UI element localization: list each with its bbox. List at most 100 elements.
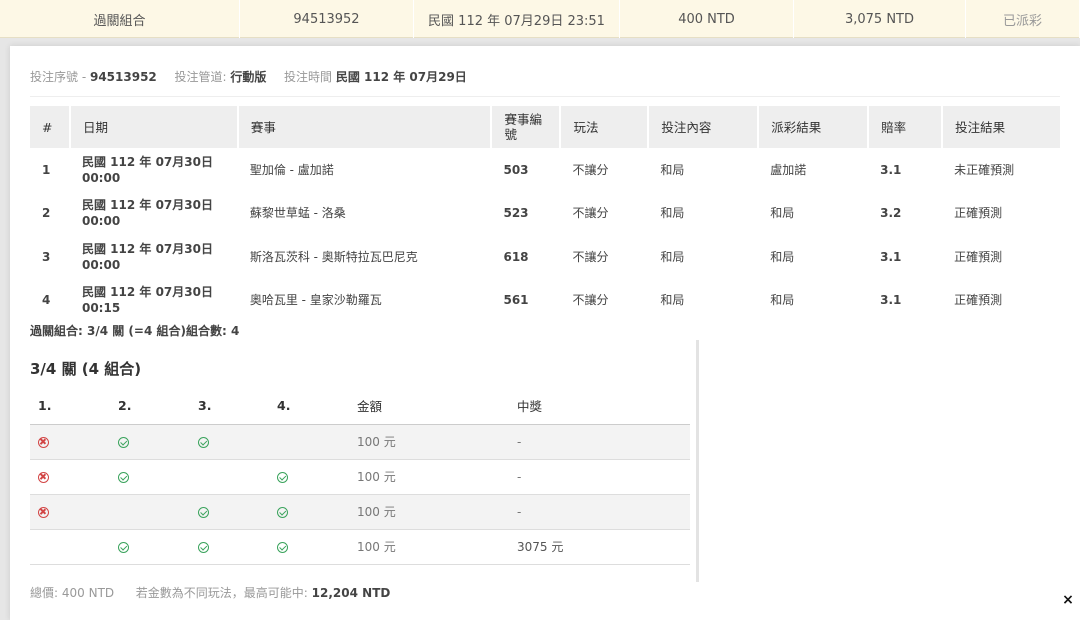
row-odds: 3.2: [880, 206, 902, 221]
row-result: 和局: [770, 206, 795, 221]
combo-leg-3: [190, 459, 269, 495]
divider: [30, 96, 1060, 97]
table-row: 1 民國 112 年 07月30日 00:00 聖加倫 - 盧加諾 503 不讓分…: [30, 148, 1061, 192]
row-event: 蘇黎世草蜢 - 洛桑: [249, 206, 346, 221]
col-number: #: [30, 106, 71, 148]
row-pick: 和局: [660, 206, 685, 221]
fail-icon: [38, 471, 49, 483]
combo-win: -: [509, 459, 690, 495]
combo-leg-2: [110, 459, 190, 495]
row-date: 民國 112 年 07月30日 00:15: [70, 279, 238, 323]
channel-label: 投注管道:: [174, 70, 227, 84]
row-date-time: 00:15: [81, 301, 121, 316]
check-icon: [277, 541, 288, 553]
row-result: 盧加諾: [770, 162, 807, 177]
combo-row: 100 元-: [30, 459, 690, 495]
row-outcome: 未正確預測: [954, 162, 1015, 177]
row-pick: 和局: [660, 293, 685, 308]
row-date-time: 00:00: [81, 214, 121, 229]
row-number: 1: [42, 162, 51, 177]
combo-amount: 100 元: [349, 494, 509, 530]
combo-amount: 100 元: [349, 459, 509, 495]
combo-col-amount: 金額: [349, 388, 509, 425]
row-odds: 3.1: [880, 249, 902, 264]
bet-payout: 3,075 NTD: [794, 0, 966, 38]
combo-amount: 100 元: [349, 424, 509, 460]
check-icon: [198, 506, 209, 518]
channel-value: 行動版: [230, 70, 267, 84]
combo-leg-2: [110, 494, 190, 530]
row-event: 奧哈瓦里 - 皇家沙勒羅瓦: [249, 293, 382, 308]
total-label: 總價:: [30, 586, 59, 600]
combo-leg-3: [190, 494, 269, 530]
combo-leg-3: [190, 424, 269, 460]
time-value: 民國 112 年 07月29日: [335, 70, 467, 84]
check-icon: [277, 471, 288, 483]
bet-type: 過關組合: [0, 0, 240, 38]
combo-col-3: 3.: [190, 388, 269, 425]
fail-icon: [38, 436, 49, 448]
combo-leg-4: [269, 529, 349, 565]
row-date-time: 00:00: [81, 257, 121, 272]
bet-footer: 總價: 400 NTD 若金數為不同玩法，最高可能中: 12,204 NTD: [30, 584, 390, 601]
col-event: 賽事: [237, 106, 493, 148]
col-outcome: 投注結果: [942, 106, 1062, 148]
combo-row: 100 元-: [30, 494, 690, 530]
bet-detail-panel: 投注序號 - 94513952 投注管道: 行動版 投注時間 民國 112 年 …: [10, 46, 1080, 620]
check-icon: [198, 541, 209, 553]
bet-stake: 400 NTD: [620, 0, 794, 38]
row-date: 民國 112 年 07月30日 00:00: [70, 235, 238, 279]
combo-amount: 100 元: [349, 529, 509, 565]
row-result: 和局: [770, 293, 795, 308]
divider: [696, 340, 699, 582]
row-code: 523: [503, 206, 529, 221]
row-play: 不讓分: [572, 206, 609, 221]
combo-leg-3: [190, 529, 269, 565]
col-result: 派彩結果: [758, 106, 870, 148]
row-code: 561: [503, 293, 529, 308]
combo-col-1: 1.: [30, 388, 110, 425]
fail-icon: [38, 506, 49, 518]
combo-leg-1: [30, 424, 110, 460]
row-number: 3: [42, 249, 51, 264]
combo-summary: 過關組合: 3/4 關 (=4 組合)組合數: 4: [30, 324, 240, 338]
max-win-value: 12,204 NTD: [311, 586, 391, 600]
bet-serial: 94513952: [240, 0, 414, 38]
table-row: 2 民國 112 年 07月30日 00:00 蘇黎世草蜢 - 洛桑 523 不讓…: [30, 192, 1061, 236]
match-table: # 日期 賽事 賽事編號 玩法 投注內容 派彩結果 賠率 投注結果 1 民國 1…: [30, 106, 1062, 322]
col-pick: 投注內容: [648, 106, 760, 148]
combo-title: 3/4 關 (4 組合): [30, 360, 142, 378]
close-icon[interactable]: ×: [1060, 592, 1076, 608]
combo-row: 100 元 3075 元: [30, 529, 690, 565]
combo-row: 100 元-: [30, 424, 690, 460]
combo-leg-1: [30, 529, 110, 565]
row-number: 2: [42, 206, 51, 221]
bet-summary-row[interactable]: 過關組合 94513952 民國 112 年 07月29日 23:51 400 …: [0, 0, 1080, 38]
row-date-day: 民國 112 年 07月30日: [81, 198, 213, 213]
row-date-day: 民國 112 年 07月30日: [81, 154, 213, 169]
col-event-code: 賽事編號: [491, 106, 562, 148]
row-code: 618: [503, 249, 529, 264]
row-code: 503: [503, 162, 529, 177]
combo-leg-2: [110, 529, 190, 565]
match-table-header: # 日期 賽事 賽事編號 玩法 投注內容 派彩結果 賠率 投注結果: [30, 106, 1062, 148]
row-number: 4: [42, 293, 51, 308]
combo-col-win: 中獎: [509, 388, 690, 425]
combo-leg-4: [269, 459, 349, 495]
row-odds: 3.1: [880, 293, 902, 308]
combo-leg-2: [110, 424, 190, 460]
serial-label: 投注序號 -: [30, 70, 87, 84]
row-play: 不讓分: [572, 249, 609, 264]
col-play: 玩法: [560, 106, 650, 148]
time-label: 投注時間: [283, 70, 332, 84]
row-odds: 3.1: [880, 162, 902, 177]
check-icon: [277, 506, 288, 518]
combo-leg-4: [269, 424, 349, 460]
row-pick: 和局: [660, 249, 685, 264]
combo-table-header: 1. 2. 3. 4. 金額 中獎: [30, 388, 690, 425]
row-outcome: 正確預測: [954, 206, 1003, 221]
col-odds: 賠率: [868, 106, 944, 148]
bet-status: 已派彩: [966, 0, 1080, 38]
row-play: 不讓分: [572, 162, 609, 177]
check-icon: [118, 471, 129, 483]
